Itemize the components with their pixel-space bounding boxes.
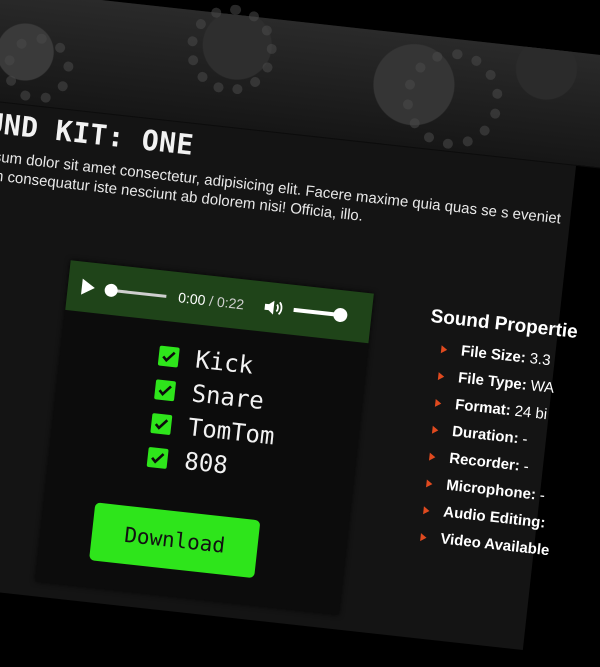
checkbox-checked-icon[interactable] — [146, 446, 169, 469]
property-value: WA — [529, 377, 556, 397]
current-time: 0:00 — [177, 289, 207, 309]
bullet-arrow-icon — [440, 344, 448, 354]
kit-item-list: Kick Snare TomTom 808 — [146, 339, 284, 488]
gear-decoration — [397, 43, 508, 155]
audio-player: 0:00 / 0:22 — [65, 260, 374, 344]
time-display: 0:00 / 0:22 — [177, 289, 245, 312]
bullet-arrow-icon — [426, 478, 433, 488]
volume-icon[interactable] — [263, 299, 285, 317]
sound-properties: Sound Propertie File Size: 3.3 File Type:… — [405, 306, 600, 575]
sound-kit-card: 0:00 / 0:22 Kick Snare TomTom 808 Downlo… — [35, 260, 374, 615]
property-label: Recorder: — [448, 449, 521, 475]
properties-list: File Size: 3.3 File Type: WA Format: 24 bi … — [405, 334, 600, 575]
property-value: 3.3 — [528, 350, 552, 370]
property-label: Video Available — [439, 530, 551, 560]
bullet-arrow-icon — [423, 505, 430, 515]
property-label: Duration: — [451, 423, 520, 448]
property-label: File Size: — [460, 342, 527, 367]
play-icon[interactable] — [81, 278, 96, 296]
kit-item-label: Kick — [194, 345, 255, 380]
bullet-arrow-icon — [429, 452, 436, 461]
volume-slider[interactable] — [293, 307, 349, 323]
property-value: 24 bi — [513, 402, 548, 424]
seek-knob[interactable] — [104, 282, 119, 298]
kit-item-label: 808 — [182, 446, 230, 480]
gear-decoration — [182, 0, 282, 100]
kit-item-label: Snare — [190, 379, 266, 416]
property-value: - — [538, 486, 546, 505]
download-button[interactable]: Download — [89, 502, 261, 579]
seek-bar[interactable] — [104, 282, 167, 298]
property-label: Format: — [454, 396, 512, 420]
checkbox-checked-icon[interactable] — [150, 413, 173, 436]
checkbox-checked-icon[interactable] — [154, 379, 177, 402]
property-label: File Type: — [457, 369, 528, 394]
bullet-arrow-icon — [434, 398, 442, 408]
bullet-arrow-icon — [420, 532, 427, 542]
bullet-arrow-icon — [437, 371, 445, 381]
checkbox-checked-icon[interactable] — [157, 345, 180, 368]
volume-knob[interactable] — [332, 307, 349, 323]
gear-decoration — [0, 29, 78, 108]
page-canvas: OUND KIT: ONE m ipsum dolor sit amet con… — [0, 0, 600, 650]
page-description: m ipsum dolor sit amet consectetur, adip… — [0, 145, 562, 228]
property-value: - — [522, 458, 530, 476]
hero-banner-image — [0, 0, 600, 184]
bullet-arrow-icon — [431, 425, 439, 434]
duration-time: 0:22 — [216, 293, 245, 313]
property-value: - — [521, 430, 529, 449]
